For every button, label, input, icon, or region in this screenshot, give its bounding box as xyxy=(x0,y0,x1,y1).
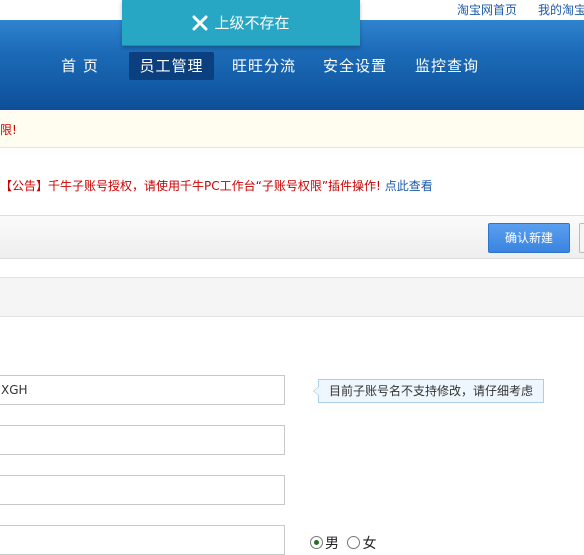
nav-staff-management[interactable]: 员工管理 xyxy=(129,52,214,80)
view-details-link[interactable]: 点此查看 xyxy=(385,179,433,193)
gender-female-radio[interactable] xyxy=(347,536,361,549)
confirm-create-button[interactable]: 确认新建 xyxy=(488,223,570,253)
close-icon xyxy=(192,15,208,30)
form-field-4[interactable] xyxy=(0,525,285,555)
error-toast: 上级不存在 xyxy=(122,0,360,46)
form-field-2[interactable] xyxy=(0,425,285,455)
gender-radio-group: 男 女 xyxy=(310,533,380,553)
nav-security-settings[interactable]: 安全设置 xyxy=(317,52,393,80)
section-header-bar xyxy=(0,277,584,317)
taobao-home-link[interactable]: 淘宝网首页 xyxy=(457,1,517,18)
toast-message: 上级不存在 xyxy=(214,14,290,32)
form-field-3[interactable] xyxy=(0,475,285,505)
secondary-button[interactable] xyxy=(579,223,584,253)
gender-male-radio[interactable] xyxy=(310,536,323,549)
notice-text: 限! xyxy=(0,123,17,137)
nav-wangwang-diversion[interactable]: 旺旺分流 xyxy=(226,52,302,80)
announcement-text: 【公告】千牛子账号授权，请使用千牛PC工作台“子账号权限”插件操作! xyxy=(0,179,381,193)
my-taobao-link[interactable]: 我的淘宝 xyxy=(538,1,584,18)
notice-strip: 限! xyxy=(0,111,584,148)
action-toolbar: 确认新建 xyxy=(0,215,584,259)
nav-monitor-query[interactable]: 监控查询 xyxy=(409,52,485,80)
account-name-input[interactable] xyxy=(0,375,285,405)
account-name-tip: 目前子账号名不支持修改，请仔细考虑 xyxy=(312,379,545,403)
nav-home[interactable]: 首 页 xyxy=(52,52,108,80)
announcement: 【公告】千牛子账号授权，请使用千牛PC工作台“子账号权限”插件操作! 点此查看 xyxy=(0,148,584,215)
